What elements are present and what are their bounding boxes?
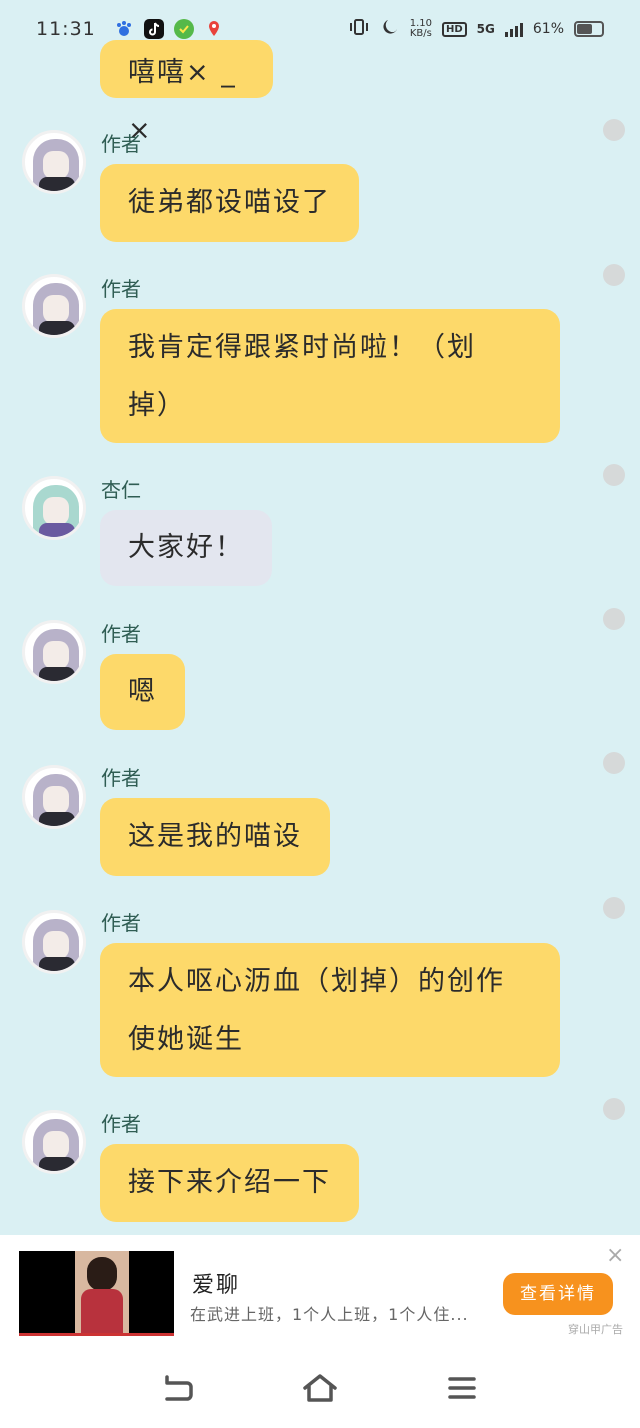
message-bubble[interactable]: 徒弟都设喵设了 [100, 164, 359, 242]
menu-button[interactable] [432, 1363, 492, 1413]
read-status-dot [603, 752, 625, 774]
sender-name: 作者 [101, 277, 141, 301]
back-icon [165, 1375, 193, 1401]
ad-source-label: 穿山甲广告 [568, 1323, 623, 1336]
signal-icon [504, 21, 523, 37]
message-bubble[interactable]: 嘻嘻× _ × [100, 40, 273, 146]
home-icon [303, 1374, 337, 1402]
sender-name: 作者 [101, 766, 141, 790]
message-text-line: 我肯定得跟紧时尚啦！（划 [128, 332, 476, 363]
read-status-dot [603, 119, 625, 141]
ad-description[interactable]: 在武进上班，1个人上班，1个人住... [190, 1301, 469, 1325]
vibrate-icon [348, 18, 370, 40]
message-bubble[interactable]: 嗯 [100, 654, 185, 730]
message-text-line: 使她诞生 [128, 1024, 244, 1055]
navigation-bar [0, 1345, 640, 1428]
read-status-dot [603, 608, 625, 630]
avatar[interactable] [22, 274, 86, 338]
sender-name: 作者 [101, 1112, 141, 1136]
message-bubble[interactable]: 这是我的喵设 [100, 798, 330, 876]
baidu-icon [114, 19, 134, 39]
ad-title[interactable]: 爱聊 [192, 1267, 240, 1299]
wechat-pay-icon [173, 19, 194, 39]
message-bubble[interactable]: 接下来介绍一下 [100, 1144, 359, 1222]
message-text: 接下来介绍一下 [128, 1167, 331, 1198]
home-button[interactable] [290, 1363, 350, 1413]
ad-banner[interactable]: 爱聊 在武进上班，1个人上班，1个人住... 查看详情 × 穿山甲广告 [0, 1235, 640, 1345]
status-bar: 11:31 1.10 KB/s HD 5G 61% [0, 0, 640, 58]
battery-icon [574, 21, 604, 37]
avatar[interactable] [22, 130, 86, 194]
message-text: 大家好！ [128, 532, 244, 563]
message-text: 嘻嘻× _ × [128, 57, 237, 146]
network-type: 5G [476, 22, 495, 36]
battery-percent: 61% [532, 21, 564, 37]
avatar[interactable] [22, 476, 86, 540]
avatar[interactable] [22, 1110, 86, 1174]
sender-name: 作者 [101, 911, 141, 935]
read-status-dot [603, 897, 625, 919]
message-bubble[interactable]: 我肯定得跟紧时尚啦！（划 掉） [100, 309, 560, 443]
read-status-dot [603, 1098, 625, 1120]
sender-name: 杏仁 [101, 478, 141, 502]
sender-name: 作者 [101, 132, 141, 156]
message-text: 徒弟都设喵设了 [128, 187, 331, 218]
back-button[interactable] [148, 1363, 208, 1413]
read-status-dot [603, 264, 625, 286]
view-details-button[interactable]: 查看详情 [503, 1273, 613, 1315]
close-icon[interactable]: × [606, 1245, 624, 1267]
message-bubble[interactable]: 本人呕心沥血（划掉）的创作 使她诞生 [100, 943, 560, 1077]
maps-icon [204, 19, 224, 39]
avatar[interactable] [22, 765, 86, 829]
message-text: 这是我的喵设 [128, 821, 302, 852]
message-bubble[interactable]: 大家好！ [100, 510, 272, 586]
avatar[interactable] [22, 910, 86, 974]
hd-badge: HD [442, 21, 467, 37]
clock: 11:31 [36, 18, 96, 40]
menu-icon [448, 1377, 476, 1399]
message-text-line: 本人呕心沥血（划掉）的创作 [128, 966, 505, 997]
sender-name: 作者 [101, 622, 141, 646]
read-status-dot [603, 464, 625, 486]
message-text: 嗯 [128, 676, 157, 707]
tiktok-icon [143, 19, 164, 39]
message-text-line: 掉） [128, 390, 186, 421]
net-speed: 1.10 KB/s [409, 18, 432, 39]
moon-icon [380, 17, 400, 41]
ad-thumbnail[interactable] [19, 1251, 174, 1336]
avatar[interactable] [22, 620, 86, 684]
